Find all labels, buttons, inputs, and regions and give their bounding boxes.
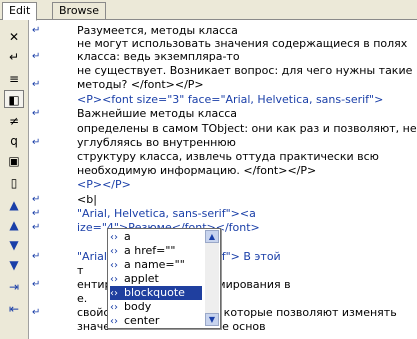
line-break-icon: ↵ (32, 279, 41, 290)
autocomplete-item[interactable]: ‹› a href="" (110, 244, 202, 258)
move-bottom-icon[interactable]: ▼ (4, 256, 24, 274)
move-top-icon[interactable]: ▲ (4, 196, 24, 214)
source-line: <b| (77, 193, 97, 206)
line-break-icon: ↵ (32, 208, 41, 219)
autocomplete-item-label: a (124, 230, 131, 243)
tag-bracket-icon[interactable]: ◧ (4, 90, 24, 108)
source-line: не существует. Возникает вопрос: для чег… (77, 64, 413, 77)
source-line: определены в самом TObject: они как раз … (77, 122, 417, 135)
tab-bar: Edit Browse (0, 0, 417, 21)
tab-edit[interactable]: Edit (2, 2, 38, 21)
source-line: е. (77, 292, 88, 305)
source-line: класса: ведь экземпляра-то (77, 50, 240, 63)
source-line: <P><font size="3" face="Arial, Helvetica… (77, 93, 384, 106)
tag-icon: ‹› (110, 232, 118, 243)
line-break-icon: ↵ (32, 108, 41, 119)
autocomplete-item-label: a name="" (124, 258, 185, 271)
source-line: углубляясь во внутреннюю (77, 136, 236, 149)
scroll-down-icon[interactable]: ▼ (205, 313, 219, 326)
line-break-icon: ↵ (32, 307, 41, 318)
autocomplete-item-label: blockquote (124, 286, 185, 299)
source-line: методы? </font></P> (77, 78, 204, 91)
tag-autocomplete-popup[interactable]: ‹› a ‹› a href="" ‹› a name="" ‹› applet ‹› block… (107, 228, 221, 329)
move-up-icon[interactable]: ▲ (4, 216, 24, 234)
source-line: т (77, 264, 84, 277)
autocomplete-item-label: a href="" (124, 244, 176, 257)
format-icon[interactable]: ≡ (4, 70, 24, 88)
move-down-icon[interactable]: ▼ (4, 236, 24, 254)
scroll-up-icon[interactable]: ▲ (205, 230, 219, 243)
autocomplete-item-label: body (124, 300, 152, 313)
tag-icon: ‹› (110, 274, 118, 285)
popup-scrollbar[interactable]: ▲ ▼ (205, 230, 219, 326)
source-line: <P></P> (77, 178, 131, 191)
outdent-icon[interactable]: ⇤ (4, 300, 24, 318)
autocomplete-item[interactable]: ‹› body (110, 300, 202, 314)
line-break-icon: ↵ (32, 137, 41, 148)
autocomplete-item[interactable]: ‹› a name="" (110, 258, 202, 272)
tab-browse[interactable]: Browse (52, 2, 107, 19)
editor-toolbar: ✕ ↵ ≡ ◧ ≠ q ▣ ▯ ▲ ▲ ▼ ▼ ⇥ ⇤ (0, 20, 29, 339)
source-line: Важнейшие методы класса (77, 107, 238, 120)
autocomplete-item[interactable]: ‹› center (110, 314, 202, 328)
tag-icon: ‹› (110, 260, 118, 271)
line-break-icon: ↵ (32, 222, 41, 233)
autocomplete-item-label: applet (124, 272, 159, 285)
autocomplete-item[interactable]: ‹› applet (110, 272, 202, 286)
line-break-icon: ↵ (32, 25, 41, 36)
line-break-icon: ↵ (32, 79, 41, 90)
tag-icon: ‹› (110, 302, 118, 313)
find-icon[interactable]: q (4, 132, 24, 150)
indent-icon[interactable]: ⇥ (4, 278, 24, 296)
tag-icon: ‹› (110, 288, 118, 299)
page-icon[interactable]: ▯ (4, 174, 24, 192)
paragraph-return-icon[interactable]: ↵ (4, 48, 24, 66)
autocomplete-item[interactable]: ‹› a (110, 230, 202, 244)
source-line: не могут использовать значения содержащи… (77, 37, 408, 50)
line-break-icon: ↵ (32, 251, 41, 262)
source-line: Разумеется, методы класса (77, 24, 238, 37)
special-char-icon[interactable]: ≠ (4, 112, 24, 130)
line-break-icon: ↵ (32, 194, 41, 205)
source-line: "Arial, Helvetica, sans-serif"><a (77, 207, 256, 220)
close-icon[interactable]: ✕ (4, 28, 24, 46)
screen-icon[interactable]: ▣ (4, 152, 24, 170)
tag-icon: ‹› (110, 316, 118, 327)
autocomplete-item-label: center (124, 314, 160, 327)
source-line: структуру класса, извлечь оттуда практич… (77, 150, 379, 163)
tag-icon: ‹› (110, 246, 118, 257)
source-line: необходимую информацию. </font></P> (77, 164, 317, 177)
line-break-icon: ↵ (32, 51, 41, 62)
html-source-editor[interactable]: значения свойств. Знание основ↵ свойства… (29, 20, 417, 339)
autocomplete-item[interactable]: ‹› blockquote (110, 286, 202, 300)
